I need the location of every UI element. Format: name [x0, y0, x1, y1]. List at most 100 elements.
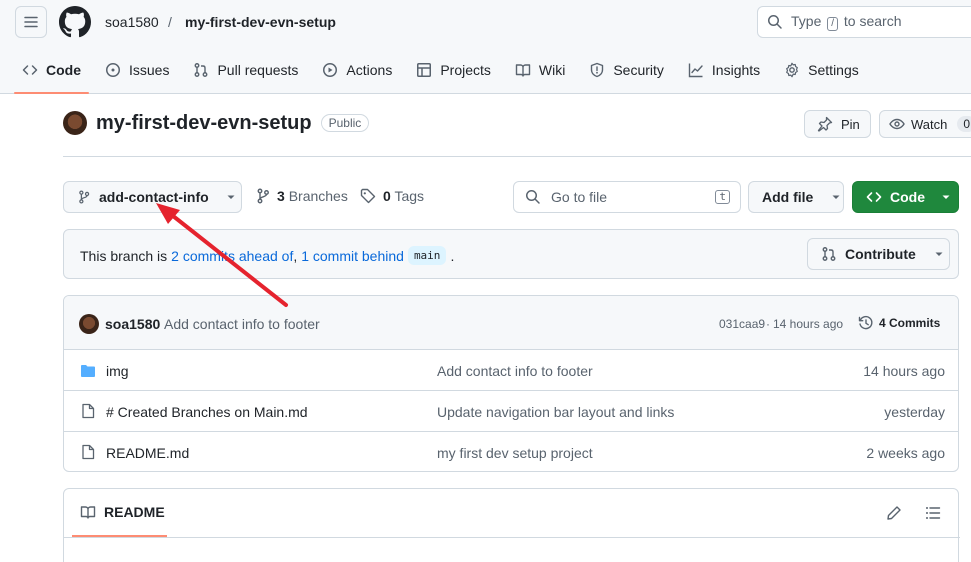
- file-name[interactable]: img: [106, 363, 129, 379]
- add-file-button[interactable]: Add file: [748, 181, 844, 213]
- search-input[interactable]: Type / to search: [757, 6, 971, 38]
- tab-label: Settings: [808, 62, 859, 78]
- tab-wiki[interactable]: Wiki: [507, 52, 573, 88]
- readme-box: README: [63, 488, 960, 562]
- file-commit-message[interactable]: Update navigation bar layout and links: [437, 404, 674, 420]
- tab-code[interactable]: Code: [14, 52, 89, 94]
- contribute-button[interactable]: Contribute: [807, 238, 950, 270]
- readme-title: README: [104, 504, 165, 520]
- list-icon[interactable]: [925, 505, 941, 521]
- book-icon: [515, 64, 531, 77]
- gear-icon: [786, 62, 799, 78]
- tags-count: 0: [383, 188, 391, 204]
- commit-hash[interactable]: 031caa9: [719, 317, 765, 331]
- file-commit-message[interactable]: my first dev setup project: [437, 445, 593, 461]
- visibility-badge: Public: [320, 114, 370, 132]
- commit-author[interactable]: soa1580: [105, 316, 160, 332]
- repo-title[interactable]: my-first-dev-evn-setup: [96, 112, 312, 135]
- file-icon: [82, 444, 95, 460]
- owner-avatar[interactable]: [63, 111, 87, 135]
- tab-issues[interactable]: Issues: [97, 52, 177, 88]
- file-icon: [82, 403, 95, 419]
- repo-header: my-first-dev-evn-setup Public: [63, 111, 370, 135]
- github-logo[interactable]: [59, 6, 91, 38]
- github-mark-icon: [59, 6, 91, 38]
- book-icon: [80, 506, 96, 519]
- branches-label: Branches: [288, 188, 348, 204]
- commit-dot: ·: [766, 317, 770, 331]
- history-icon: [858, 315, 873, 330]
- app-header: soa1580 / my-first-dev-evn-setup Type / …: [0, 0, 971, 94]
- tab-actions[interactable]: Actions: [314, 52, 400, 88]
- pull-request-icon: [822, 247, 836, 261]
- go-to-file-placeholder: Go to file: [551, 189, 608, 205]
- branches-link[interactable]: 3 Branches: [256, 188, 348, 204]
- tab-label: Security: [613, 62, 664, 78]
- folder-icon: [81, 365, 95, 377]
- commit-message[interactable]: Add contact info to footer: [164, 316, 320, 332]
- repo-nav: Code Issues Pull requests Actions Projec…: [14, 52, 875, 94]
- tab-settings[interactable]: Settings: [776, 52, 867, 88]
- chevron-down-icon: [942, 195, 950, 199]
- graph-icon: [688, 63, 703, 78]
- file-commit-message[interactable]: Add contact info to footer: [437, 363, 593, 379]
- file-commit-time: 14 hours ago: [863, 363, 945, 379]
- readme-divider: [64, 537, 960, 538]
- tab-label: Code: [46, 62, 81, 78]
- tab-label: Pull requests: [217, 62, 299, 78]
- tab-label: Issues: [129, 62, 170, 78]
- menu-button[interactable]: [15, 6, 47, 38]
- tab-label: Insights: [711, 62, 761, 78]
- code-dropdown-button[interactable]: Code: [852, 181, 959, 213]
- tab-label: Wiki: [538, 62, 566, 78]
- watch-label: Watch: [911, 116, 948, 132]
- file-row[interactable]: README.md my first dev setup project 2 w…: [64, 431, 958, 471]
- branch-icon: [79, 190, 90, 204]
- tab-security[interactable]: Security: [581, 52, 672, 88]
- branch-select-button[interactable]: add-contact-info: [63, 181, 242, 213]
- file-row[interactable]: img Add contact info to footer 14 hours …: [64, 349, 958, 390]
- readme-tab[interactable]: README: [72, 489, 167, 537]
- branch-status-text: This branch is 2 commits ahead of, 1 com…: [80, 246, 454, 265]
- breadcrumb-separator: /: [168, 14, 172, 30]
- tags-link[interactable]: 0 Tags: [360, 188, 424, 204]
- branch-name: add-contact-info: [99, 189, 209, 205]
- tags-label: Tags: [394, 188, 425, 204]
- commits-ahead-link[interactable]: 2 commits ahead of: [171, 248, 293, 264]
- header-divider: [63, 156, 971, 157]
- file-commit-time: yesterday: [884, 404, 945, 420]
- tab-projects[interactable]: Projects: [408, 52, 499, 88]
- branch-status-box: This branch is 2 commits ahead of, 1 com…: [63, 229, 959, 279]
- commit-author-avatar[interactable]: [79, 314, 99, 334]
- file-name[interactable]: # Created Branches on Main.md: [106, 404, 308, 420]
- breadcrumb-repo[interactable]: my-first-dev-evn-setup: [185, 14, 336, 30]
- file-name[interactable]: README.md: [106, 445, 189, 461]
- tag-icon: [360, 188, 376, 204]
- chevron-down-icon: [227, 195, 235, 199]
- branch-icon: [257, 188, 269, 204]
- pin-button[interactable]: Pin: [804, 110, 871, 138]
- search-placeholder: Type / to search: [791, 13, 902, 31]
- latest-commit-bar: soa1580 Add contact info to footer 031ca…: [64, 296, 958, 349]
- go-to-file-input[interactable]: Go to file t: [513, 181, 741, 213]
- code-icon: [22, 65, 38, 75]
- tab-pull-requests[interactable]: Pull requests: [185, 52, 306, 88]
- watch-count: 0: [957, 116, 971, 132]
- watch-button[interactable]: Watch 0: [879, 110, 971, 138]
- tab-insights[interactable]: Insights: [680, 52, 768, 88]
- pencil-icon[interactable]: [886, 505, 902, 521]
- breadcrumb-owner[interactable]: soa1580: [105, 14, 159, 30]
- commits-behind-link[interactable]: 1 commit behind: [301, 248, 404, 264]
- hamburger-icon: [24, 16, 38, 28]
- search-icon: [526, 190, 540, 204]
- file-row[interactable]: # Created Branches on Main.md Update nav…: [64, 390, 958, 431]
- table-icon: [417, 63, 432, 77]
- chevron-down-icon: [832, 195, 840, 199]
- file-commit-time: 2 weeks ago: [866, 445, 945, 461]
- commits-history-link[interactable]: 4 Commits: [858, 315, 940, 331]
- commit-time: 14 hours ago: [773, 317, 844, 331]
- tab-label: Actions: [346, 62, 393, 78]
- file-table: soa1580 Add contact info to footer 031ca…: [63, 295, 959, 472]
- base-branch-label[interactable]: main: [407, 246, 447, 265]
- contribute-label: Contribute: [845, 246, 916, 262]
